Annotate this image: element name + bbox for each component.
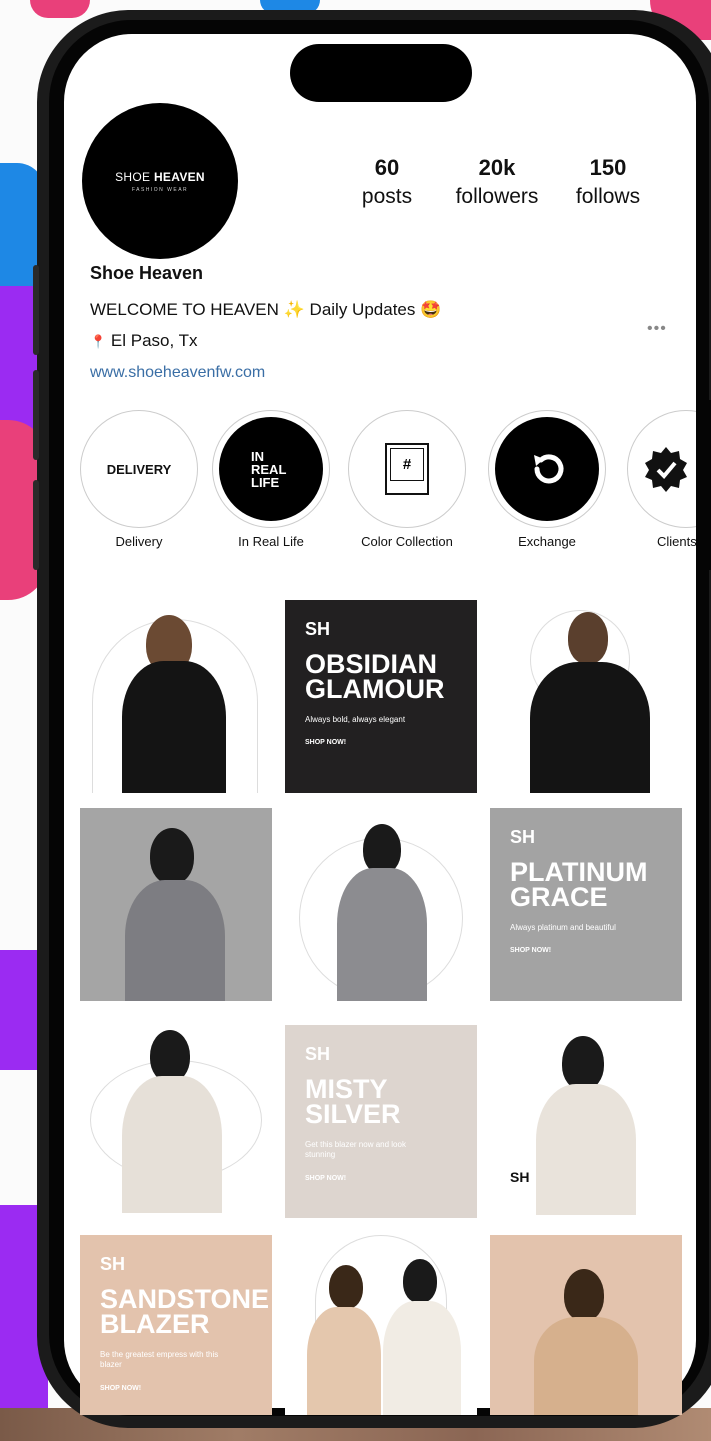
highlight-exchange[interactable]: Exchange [488, 410, 608, 560]
in-real-life-cover: IN REAL LIFE [219, 417, 323, 521]
post-tile[interactable] [80, 597, 272, 793]
post-tile-misty-silver[interactable]: SH MISTY SILVER Get this blazer now and l… [285, 1025, 477, 1218]
post-tile[interactable] [490, 600, 682, 793]
post-tile-sandstone-blazer[interactable]: SH SANDSTONE BLAZER Be the greatest empre… [80, 1235, 272, 1415]
dynamic-island [290, 44, 472, 102]
profile-avatar[interactable]: SHOE HEAVEN FASHION WEAR [82, 103, 238, 259]
delivery-cover: DELIVERY [87, 417, 191, 521]
post-tile[interactable] [80, 1020, 272, 1213]
highlight-in-real-life[interactable]: IN REAL LIFE In Real Life [212, 410, 332, 560]
brand-logo: SH [100, 1254, 126, 1274]
phone-side-button [33, 480, 39, 570]
post-tile[interactable]: SH [490, 1022, 682, 1215]
highlight-color-collection[interactable]: # Color Collection [348, 410, 468, 560]
profile-location: 📍 El Paso, Tx [90, 331, 198, 350]
avatar-brand: SHOE HEAVEN [115, 169, 205, 184]
exchange-icon [495, 417, 599, 521]
location-pin-icon: 📍 [90, 334, 107, 349]
screen-right-bezel [696, 400, 711, 570]
post-tile[interactable] [285, 808, 477, 1001]
post-tile-platinum-grace[interactable]: SH PLATINUM GRACE Always platinum and bea… [490, 808, 682, 1001]
phone-side-button [33, 265, 39, 355]
avatar-subtitle: FASHION WEAR [131, 186, 189, 193]
post-tile-obsidian-glamour[interactable]: SH OBSIDIAN GLAMOUR Always bold, always e… [285, 600, 477, 793]
polaroid-icon: # [355, 417, 459, 521]
bg-pink-blob [30, 0, 90, 18]
phone-side-button [33, 370, 39, 460]
brand-logo: SH [305, 1044, 331, 1064]
brand-logo: SH [305, 619, 331, 639]
profile-name: Shoe Heaven [90, 263, 204, 283]
more-options-icon[interactable]: ••• [647, 320, 667, 338]
profile-bio: WELCOME TO HEAVEN ✨ Daily Updates 🤩 [90, 300, 442, 319]
highlight-delivery[interactable]: DELIVERY Delivery [80, 410, 200, 560]
post-tile[interactable] [285, 1235, 477, 1415]
profile-website-link[interactable]: www.shoeheavenfw.com [90, 364, 265, 382]
stat-follows[interactable]: 150 follows [562, 155, 654, 209]
brand-logo: SH [510, 827, 536, 847]
brand-logo: SH [510, 1169, 530, 1185]
post-tile[interactable] [490, 1235, 682, 1415]
stat-followers[interactable]: 20k followers [438, 155, 556, 209]
stat-posts[interactable]: 60 posts [356, 155, 418, 209]
post-tile[interactable] [80, 808, 272, 1001]
